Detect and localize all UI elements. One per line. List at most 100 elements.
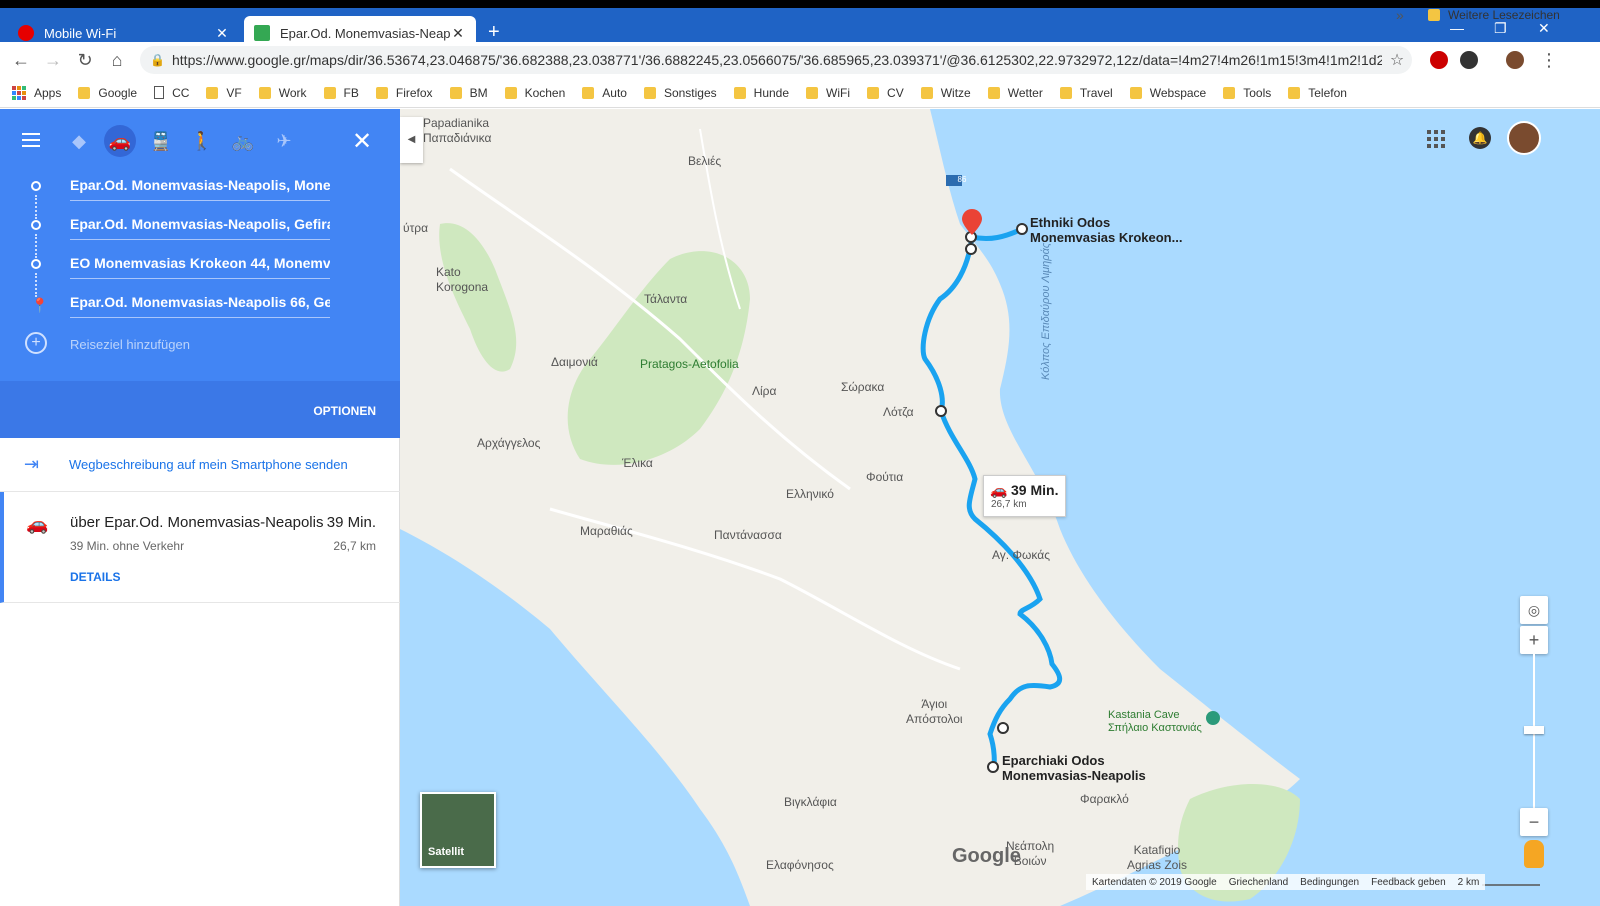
bookmark-page[interactable]: CC	[154, 86, 189, 100]
place-label: Φούτια	[866, 470, 904, 484]
folder-icon	[987, 86, 1000, 99]
close-window-icon[interactable]: ✕	[1538, 20, 1550, 37]
bookmark-folder[interactable]: FB	[323, 86, 359, 100]
star-icon[interactable]: ☆	[1382, 50, 1412, 70]
bookmark-folder[interactable]: Travel	[1059, 86, 1113, 100]
close-icon[interactable]: ✕	[450, 25, 466, 42]
kebab-menu-icon[interactable]: ⋮	[1538, 49, 1560, 71]
road-shield-label: 86	[957, 175, 967, 184]
car-icon: 🚗	[26, 514, 49, 534]
map-data-credit: Kartendaten © 2019 Google	[1092, 876, 1217, 888]
place-label: Παντάνασσα	[714, 528, 782, 542]
close-icon[interactable]: ✕	[214, 25, 230, 42]
bookmark-folder[interactable]: Kochen	[504, 86, 565, 100]
minimize-icon[interactable]: —	[1450, 20, 1464, 36]
mode-car-icon[interactable]: 🚗	[104, 125, 136, 157]
bookmarks-overflow-button[interactable]: »	[1396, 7, 1404, 23]
satellite-label: Satellit	[428, 846, 465, 858]
options-button[interactable]: OPTIONEN	[313, 404, 376, 418]
add-destination-icon[interactable]: +	[25, 332, 47, 354]
google-apps-icon[interactable]	[1427, 130, 1445, 148]
waypoint	[1016, 223, 1028, 235]
folder-icon	[806, 86, 819, 99]
street-view-pegman-icon[interactable]	[1524, 840, 1544, 868]
tab-strip: Mobile Wi-Fi ✕ Epar.Od. Monemvasias-Neap…	[0, 0, 1600, 50]
stop-input-1[interactable]: Epar.Od. Monemvasias-Neapolis, Mone	[70, 177, 330, 201]
bookmark-folder[interactable]: Wetter	[987, 86, 1043, 100]
place-label: Τάλαντα	[644, 292, 688, 306]
apps-grid-icon	[12, 85, 26, 100]
stop-input-3[interactable]: EO Monemvasias Krokeon 44, Monemv	[70, 255, 330, 279]
place-label: Katafigio Agrias Zois	[1127, 843, 1188, 872]
bookmark-folder[interactable]: CV	[867, 86, 904, 100]
directions-header: ◆ 🚗 🚆 🚶 🚲 ✈ ✕ Epar.Od. Monemvasias-Neapo…	[0, 109, 400, 438]
park-label: Pratagos-Aetofolia	[640, 357, 739, 371]
send-to-phone-row[interactable]: ⇥ Wegbeschreibung auf mein Smartphone se…	[0, 438, 400, 492]
restore-icon[interactable]: ❐	[1494, 20, 1507, 37]
route-duration-callout[interactable]: 🚗 39 Min. 26,7 km	[983, 475, 1066, 517]
poi-label: Kastania Cave Σπήλαιο Καστανιάς	[1108, 709, 1202, 734]
cave-poi-icon[interactable]	[1206, 711, 1220, 725]
back-arrow-icon[interactable]: ←	[10, 49, 32, 71]
forward-arrow-icon[interactable]: →	[42, 49, 64, 71]
extension-icon[interactable]	[1460, 51, 1478, 69]
profile-avatar[interactable]	[1506, 51, 1524, 69]
home-icon[interactable]: ⌂	[106, 49, 128, 71]
bookmark-apps[interactable]: Apps	[12, 85, 61, 100]
bookmark-folder[interactable]: Work	[258, 86, 307, 100]
feedback-link[interactable]: Feedback geben	[1371, 877, 1446, 888]
bookmark-folder[interactable]: Auto	[582, 86, 627, 100]
zoom-in-button[interactable]: +	[1520, 626, 1548, 654]
bookmark-folder[interactable]: Firefox	[375, 86, 433, 100]
bookmark-folder[interactable]: VF	[206, 86, 242, 100]
url-text[interactable]: https://www.google.gr/maps/dir/36.53674,…	[172, 52, 1382, 68]
new-tab-button[interactable]: +	[488, 22, 500, 42]
bookmark-folder[interactable]: Sonstiges	[643, 86, 717, 100]
adblock-extension-icon[interactable]	[1430, 51, 1448, 69]
account-avatar[interactable]	[1507, 121, 1541, 155]
bookmark-folder[interactable]: Google	[78, 86, 137, 100]
collapse-panel-button[interactable]: ◀	[400, 117, 423, 163]
folder-icon	[1428, 9, 1440, 21]
terms-link[interactable]: Bedingungen	[1300, 877, 1359, 888]
mode-transit-icon[interactable]: 🚆	[145, 125, 177, 157]
reload-icon[interactable]: ↻	[74, 49, 96, 71]
folder-icon	[867, 86, 880, 99]
bookmark-folder[interactable]: Witze	[920, 86, 971, 100]
page-icon	[154, 86, 165, 99]
zoom-out-button[interactable]: −	[1520, 808, 1548, 836]
notifications-bell-icon[interactable]: 🔔	[1469, 127, 1491, 149]
route-dots	[35, 273, 37, 297]
bookmark-folder[interactable]: Telefon	[1288, 86, 1347, 100]
other-bookmarks[interactable]: Weitere Lesezeichen	[1428, 8, 1560, 22]
bookmark-folder[interactable]: Webspace	[1129, 86, 1206, 100]
google-logo: Google	[952, 845, 1021, 867]
bookmark-folder[interactable]: Hunde	[733, 86, 789, 100]
address-bar[interactable]: 🔒 https://www.google.gr/maps/dir/36.5367…	[140, 46, 1412, 74]
route-distance: 26,7 km	[333, 539, 376, 553]
mode-bike-icon[interactable]: 🚲	[227, 125, 259, 157]
send-to-phone-link[interactable]: Wegbeschreibung auf mein Smartphone send…	[69, 457, 348, 472]
mode-flight-icon[interactable]: ✈	[268, 125, 300, 157]
mode-best-icon[interactable]: ◆	[63, 125, 95, 157]
bookmark-folder[interactable]: BM	[449, 86, 488, 100]
place-label: Βελιές	[688, 154, 722, 168]
stop-input-4[interactable]: Epar.Od. Monemvasias-Neapolis 66, Ge	[70, 294, 330, 318]
travel-modes: ◆ 🚗 🚆 🚶 🚲 ✈ ✕	[0, 121, 400, 161]
region-link[interactable]: Griechenland	[1229, 877, 1288, 888]
my-location-icon[interactable]: ◎	[1520, 596, 1548, 624]
hamburger-menu-icon[interactable]	[22, 133, 48, 149]
place-label: Μαραθιάς	[580, 524, 633, 538]
close-directions-icon[interactable]: ✕	[352, 127, 372, 156]
mode-walk-icon[interactable]: 🚶	[186, 125, 218, 157]
bookmark-folder[interactable]: Tools	[1223, 86, 1271, 100]
bookmark-folder[interactable]: WiFi	[806, 86, 850, 100]
tab-title: Epar.Od. Monemvasias-Neapolis	[280, 25, 450, 41]
details-link[interactable]: DETAILS	[70, 570, 120, 584]
zoom-slider-knob[interactable]	[1524, 726, 1544, 734]
place-label: ύτρα	[403, 221, 429, 235]
satellite-toggle[interactable]: Satellit	[420, 792, 496, 868]
route-option[interactable]: 🚗 über Epar.Od. Monemvasias-Neapolis 39 …	[0, 492, 400, 603]
add-destination-input[interactable]: Reiseziel hinzufügen	[70, 337, 190, 352]
stop-input-2[interactable]: Epar.Od. Monemvasias-Neapolis, Gefira	[70, 216, 330, 240]
